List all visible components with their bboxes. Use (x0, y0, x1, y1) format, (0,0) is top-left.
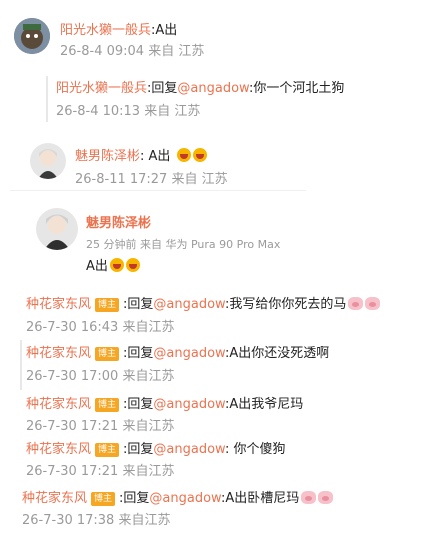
reply-prefix: :回复 (119, 491, 150, 506)
reply-prefix: :回复 (147, 81, 178, 96)
timestamp: 26-7-30 17:38 (22, 513, 115, 528)
location: 来自江苏 (122, 320, 175, 335)
post-meta: 25 分钟前 来自 华为 Pura 90 Pro Max (86, 238, 281, 251)
reply-prefix: :回复 (123, 346, 154, 361)
mention-link[interactable]: @angadow (153, 346, 225, 361)
laugh-emoji-icon (192, 148, 207, 162)
laugh-emoji-icon (125, 258, 140, 272)
timestamp: 26-8-4 09:04 (60, 44, 145, 59)
timestamp: 26-8-4 10:13 (56, 104, 141, 119)
pig-emoji-icon (301, 491, 317, 504)
location: 来自江苏 (118, 513, 171, 528)
reply-text: :A出卧槽尼玛 (220, 491, 300, 506)
mention-link[interactable]: @angadow (153, 297, 225, 312)
pig-emoji-icon (348, 297, 364, 310)
reply-meta: 26-7-30 17:00 来自江苏 (26, 368, 175, 386)
reply-line: 阳光水獭一般兵:回复@angadow:你一个河北土狗 (56, 80, 344, 98)
username-link[interactable]: 种花家东风 (26, 346, 91, 361)
reply-meta: 26-7-30 17:21 来自江苏 (26, 463, 175, 481)
post-author: 魅男陈泽彬 (86, 215, 151, 233)
reply-line: 种花家东风 博主:回复@angadow:A出你还没死透啊 (26, 345, 329, 363)
user-avatar-icon (36, 208, 78, 250)
post-content: A出 (86, 258, 140, 276)
pig-emoji-icon (318, 491, 334, 504)
timestamp: 26-7-30 17:21 (26, 464, 119, 479)
avatar[interactable] (36, 208, 78, 250)
reply-meta: 26-8-4 10:13 来自 江苏 (56, 103, 200, 121)
author-badge: 博主 (95, 298, 120, 312)
username-link[interactable]: 种花家东风 (26, 442, 91, 457)
location: 来自 江苏 (171, 172, 228, 187)
comment-text: :A出 (151, 23, 178, 38)
username-link[interactable]: 阳光水獭一般兵 (56, 81, 147, 96)
username-link[interactable]: 种花家东风 (26, 397, 91, 412)
comment-line: 阳光水獭一般兵:A出 (60, 22, 177, 40)
location: 来自江苏 (122, 369, 175, 384)
location: 来自江苏 (122, 419, 175, 434)
reply-meta: 26-7-30 17:38 来自江苏 (22, 512, 171, 530)
reply-prefix: :回复 (123, 397, 154, 412)
user-avatar-icon (30, 143, 66, 179)
timestamp: 26-7-30 16:43 (26, 320, 119, 335)
location: 来自 江苏 (144, 104, 201, 119)
mention-link[interactable]: @angadow (177, 81, 249, 96)
reply-line: 种花家东风 博主:回复@angadow:A出我爷尼玛 (26, 396, 303, 414)
reply-text: :你一个河北土狗 (248, 81, 345, 96)
otter-avatar-icon (14, 18, 50, 54)
reply-text: :A出你还没死透啊 (224, 346, 330, 361)
comment-meta: 26-8-11 17:27 来自 江苏 (75, 171, 228, 189)
reply-prefix: :回复 (123, 297, 154, 312)
reply-line: 种花家东风 博主:回复@angadow:A出卧槽尼玛 (22, 490, 334, 508)
reply-line: 种花家东风 博主:回复@angadow: 你个傻狗 (26, 441, 286, 459)
location: 来自 江苏 (148, 44, 205, 59)
mention-link[interactable]: @angadow (153, 397, 225, 412)
username-link[interactable]: 种花家东风 (22, 491, 87, 506)
reply-line: 种花家东风 博主:回复@angadow:我写给你你死去的马 (26, 296, 381, 314)
reply-text: : 你个傻狗 (224, 442, 286, 457)
reply-text: :我写给你你死去的马 (224, 297, 347, 312)
author-badge: 博主 (95, 347, 120, 361)
timestamp: 26-7-30 17:00 (26, 369, 119, 384)
username-link[interactable]: 魅男陈泽彬 (75, 149, 140, 164)
username-link[interactable]: 魅男陈泽彬 (86, 216, 151, 231)
reply-meta: 26-7-30 16:43 来自江苏 (26, 319, 175, 337)
reply-thread-bar (46, 76, 48, 122)
comment-meta: 26-8-4 09:04 来自 江苏 (60, 43, 204, 61)
comment-line: 魅男陈泽彬: A出 (75, 148, 207, 166)
post-text: A出 (86, 259, 108, 274)
reply-text: :A出我爷尼玛 (224, 397, 304, 412)
laugh-emoji-icon (176, 148, 191, 162)
divider (10, 190, 306, 191)
username-link[interactable]: 种花家东风 (26, 297, 91, 312)
avatar[interactable] (30, 143, 66, 179)
reply-prefix: :回复 (123, 442, 154, 457)
mention-link[interactable]: @angadow (153, 442, 225, 457)
pig-emoji-icon (365, 297, 381, 310)
timestamp: 26-8-11 17:27 (75, 172, 168, 187)
mention-link[interactable]: @angadow (149, 491, 221, 506)
timestamp: 26-7-30 17:21 (26, 419, 119, 434)
reply-meta: 26-7-30 17:21 来自江苏 (26, 418, 175, 436)
comment-text: : A出 (140, 149, 171, 164)
avatar[interactable] (14, 18, 50, 54)
username-link[interactable]: 阳光水獭一般兵 (60, 23, 151, 38)
laugh-emoji-icon (109, 258, 124, 272)
author-badge: 博主 (91, 492, 116, 506)
reply-thread-bar (20, 340, 22, 390)
author-badge: 博主 (95, 443, 120, 457)
author-badge: 博主 (95, 398, 120, 412)
location: 来自江苏 (122, 464, 175, 479)
